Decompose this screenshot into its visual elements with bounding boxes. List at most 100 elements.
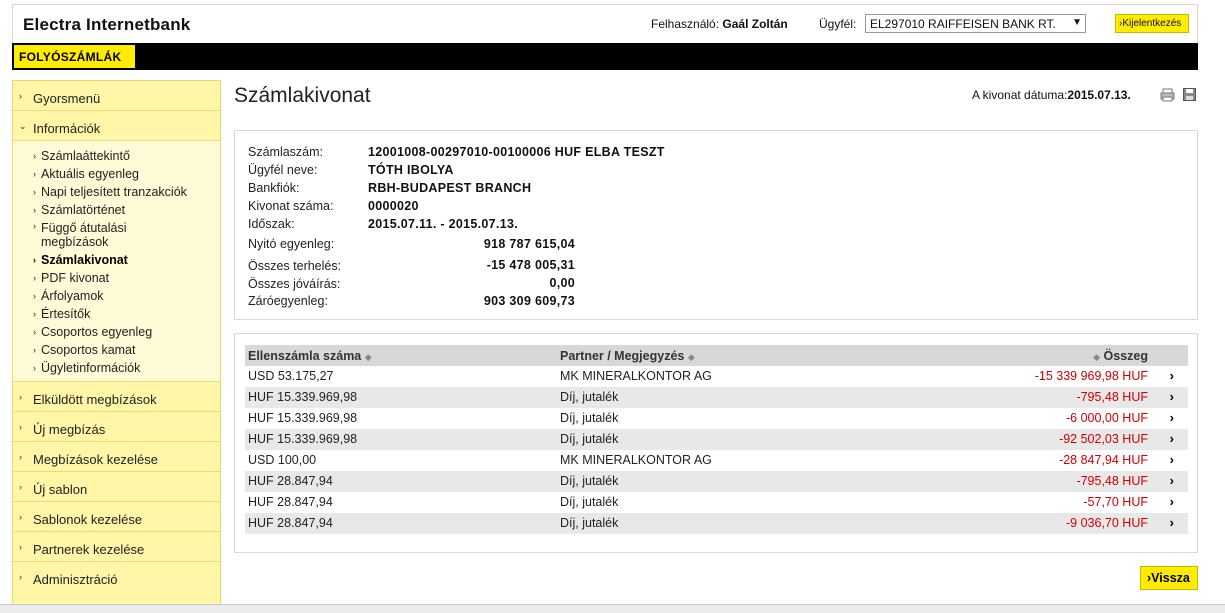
sidebar-submenu: › Számlaáttekintő › Aktuális egyenleg › Nap… bbox=[13, 141, 220, 382]
period-value: 2015.07.11. - 2015.07.13. bbox=[368, 217, 518, 231]
col-header-amount-label: Összeg bbox=[1103, 349, 1148, 363]
chevron-right-icon: › bbox=[19, 392, 22, 402]
sidebar-subitem[interactable]: › Aktuális egyenleg bbox=[13, 165, 220, 183]
sidebar-item-informaciok[interactable]: ⌄ Információk bbox=[13, 111, 220, 141]
row-partner: MK MINERALKONTOR AG bbox=[560, 453, 712, 467]
client-select[interactable]: EL297010 RAIFFEISEN BANK RT. ▼ bbox=[865, 14, 1086, 33]
sidebar-subitem-active[interactable]: › Számlakivonat bbox=[13, 251, 220, 269]
statement-date: A kivonat dátuma:2015.07.13. bbox=[972, 88, 1131, 102]
sidebar-subitem[interactable]: › Csoportos kamat bbox=[13, 341, 220, 359]
statement-date-value: 2015.07.13. bbox=[1067, 88, 1131, 102]
table-row[interactable]: HUF 15.339.969,98 Díj, jutalék -795,48 H… bbox=[245, 387, 1188, 408]
sidebar-subitem[interactable]: › Árfolyamok bbox=[13, 287, 220, 305]
chevron-right-icon: › bbox=[33, 221, 36, 231]
sidebar-item-label: Információk bbox=[33, 121, 101, 136]
sidebar-item-uj-sablon[interactable]: › Új sablon bbox=[13, 472, 220, 502]
opening-balance-value: 918 787 615,04 bbox=[483, 237, 575, 251]
tab-folyoszamlak[interactable]: FOLYÓSZÁMLÁK bbox=[14, 45, 135, 68]
table-row[interactable]: HUF 28.847,94 Díj, jutalék -9 036,70 HUF… bbox=[245, 513, 1188, 534]
row-account: HUF 15.339.969,98 bbox=[248, 432, 358, 446]
chevron-right-icon[interactable]: › bbox=[1170, 368, 1174, 383]
sidebar-item-gyorsmenu[interactable]: › Gyorsmenü bbox=[13, 81, 220, 111]
save-icon[interactable] bbox=[1183, 88, 1196, 101]
sidebar-item-adminisztracio[interactable]: › Adminisztráció bbox=[13, 562, 220, 592]
sidebar-subitem[interactable]: › Napi teljesített tranzakciók bbox=[13, 183, 220, 201]
sidebar-item-label: Új sablon bbox=[33, 482, 88, 497]
row-partner: MK MINERALKONTOR AG bbox=[560, 369, 712, 383]
page-title: Számlakivonat bbox=[234, 84, 371, 107]
horizontal-scrollbar[interactable] bbox=[0, 604, 1225, 613]
chevron-right-icon: › bbox=[33, 187, 36, 197]
chevron-right-icon[interactable]: › bbox=[1170, 515, 1174, 530]
chevron-right-icon[interactable]: › bbox=[1170, 410, 1174, 425]
sidebar-subitem-label: Számlatörténet bbox=[41, 203, 126, 217]
sidebar-subitem[interactable]: › PDF kivonat bbox=[13, 269, 220, 287]
sidebar-subitem[interactable]: › Ügyletinformációk bbox=[13, 359, 220, 377]
col-header-amount[interactable]: ◆ Összeg bbox=[1093, 349, 1148, 363]
chevron-right-icon: › bbox=[19, 422, 22, 432]
sidebar-subitem-label: Értesítők bbox=[41, 307, 91, 321]
table-row[interactable]: USD 53.175,27 MK MINERALKONTOR AG -15 33… bbox=[245, 366, 1188, 387]
col-header-account[interactable]: Ellenszámla száma ◆ bbox=[248, 349, 372, 363]
chevron-right-icon[interactable]: › bbox=[1170, 452, 1174, 467]
logout-label: Kijelentkezés bbox=[1122, 18, 1182, 29]
row-account: USD 100,00 bbox=[248, 453, 317, 467]
row-partner: Díj, jutalék bbox=[560, 432, 619, 446]
branch-value: RBH-BUDAPEST BRANCH bbox=[368, 181, 532, 195]
logout-button[interactable]: ›Kijelentkezés bbox=[1115, 14, 1189, 33]
table-row[interactable]: HUF 28.847,94 Díj, jutalék -57,70 HUF › bbox=[245, 492, 1188, 513]
col-header-partner-label: Partner / Megjegyzés bbox=[560, 349, 685, 363]
row-amount: -795,48 HUF bbox=[1076, 390, 1148, 404]
sidebar-subitem[interactable]: › Függő átutalási megbízások bbox=[13, 219, 220, 251]
sidebar-item-elkuldott-megbizasok[interactable]: › Elküldött megbízások bbox=[13, 382, 220, 412]
chevron-right-icon: › bbox=[33, 169, 36, 179]
sidebar-subitem-label: Aktuális egyenleg bbox=[41, 167, 139, 181]
header-bar: Electra Internetbank Felhasználó: Gaál Z… bbox=[12, 4, 1198, 42]
print-icon[interactable] bbox=[1160, 88, 1175, 102]
statement-number-label: Kivonat száma: bbox=[248, 199, 334, 213]
chevron-right-icon: › bbox=[19, 542, 22, 552]
row-amount: -28 847,94 HUF bbox=[1059, 453, 1148, 467]
chevron-right-icon: › bbox=[19, 512, 22, 522]
chevron-right-icon[interactable]: › bbox=[1170, 389, 1174, 404]
row-account: HUF 28.847,94 bbox=[248, 495, 333, 509]
chevron-right-icon: › bbox=[33, 327, 36, 337]
row-account: HUF 15.339.969,98 bbox=[248, 411, 358, 425]
total-debit-value: -15 478 005,31 bbox=[486, 258, 575, 272]
account-value: 12001008-00297010-00100006 HUF ELBA TESZ… bbox=[368, 145, 665, 159]
sidebar-subitem[interactable]: › Számlatörténet bbox=[13, 201, 220, 219]
sidebar-subitem-label: Napi teljesített tranzakciók bbox=[41, 185, 187, 199]
col-header-partner[interactable]: Partner / Megjegyzés ◆ bbox=[560, 349, 695, 363]
sidebar-subitem[interactable]: › Számlaáttekintő bbox=[13, 147, 220, 165]
table-row[interactable]: HUF 15.339.969,98 Díj, jutalék -92 502,0… bbox=[245, 429, 1188, 450]
table-row[interactable]: HUF 28.847,94 Díj, jutalék -795,48 HUF › bbox=[245, 471, 1188, 492]
row-amount: -57,70 HUF bbox=[1083, 495, 1148, 509]
sidebar-item-uj-megbizas[interactable]: › Új megbízás bbox=[13, 412, 220, 442]
sort-icon: ◆ bbox=[687, 352, 695, 362]
chevron-right-icon[interactable]: › bbox=[1170, 473, 1174, 488]
sidebar-subitem[interactable]: › Csoportos egyenleg bbox=[13, 323, 220, 341]
sidebar: › Gyorsmenü ⌄ Információk › Számlaáttekin… bbox=[12, 80, 221, 605]
sidebar-item-sablonok-kezelese[interactable]: › Sablonok kezelése bbox=[13, 502, 220, 532]
row-partner: Díj, jutalék bbox=[560, 474, 619, 488]
table-row[interactable]: USD 100,00 MK MINERALKONTOR AG -28 847,9… bbox=[245, 450, 1188, 471]
client-select-value: EL297010 RAIFFEISEN BANK RT. bbox=[870, 17, 1056, 31]
chevron-right-icon[interactable]: › bbox=[1170, 431, 1174, 446]
app-title: Electra Internetbank bbox=[23, 15, 191, 34]
row-amount: -9 036,70 HUF bbox=[1066, 516, 1148, 530]
table-row[interactable]: HUF 15.339.969,98 Díj, jutalék -6 000,00… bbox=[245, 408, 1188, 429]
statement-date-label: A kivonat dátuma: bbox=[972, 88, 1068, 102]
row-account: USD 53.175,27 bbox=[248, 369, 334, 383]
sidebar-item-partnerek-kezelese[interactable]: › Partnerek kezelése bbox=[13, 532, 220, 562]
user-label: Felhasználó: bbox=[651, 17, 720, 31]
row-account: HUF 28.847,94 bbox=[248, 516, 333, 530]
sidebar-subitem[interactable]: › Értesítők bbox=[13, 305, 220, 323]
account-summary: Számlaszám: 12001008-00297010-00100006 H… bbox=[234, 130, 1198, 320]
chevron-right-icon[interactable]: › bbox=[1170, 494, 1174, 509]
row-account: HUF 28.847,94 bbox=[248, 474, 333, 488]
account-label: Számlaszám: bbox=[248, 145, 324, 159]
col-header-account-label: Ellenszámla száma bbox=[248, 349, 362, 363]
sidebar-item-megbizasok-kezelese[interactable]: › Megbízások kezelése bbox=[13, 442, 220, 472]
back-button[interactable]: ›Vissza bbox=[1140, 566, 1198, 590]
closing-balance-value: 903 309 609,73 bbox=[483, 294, 575, 308]
